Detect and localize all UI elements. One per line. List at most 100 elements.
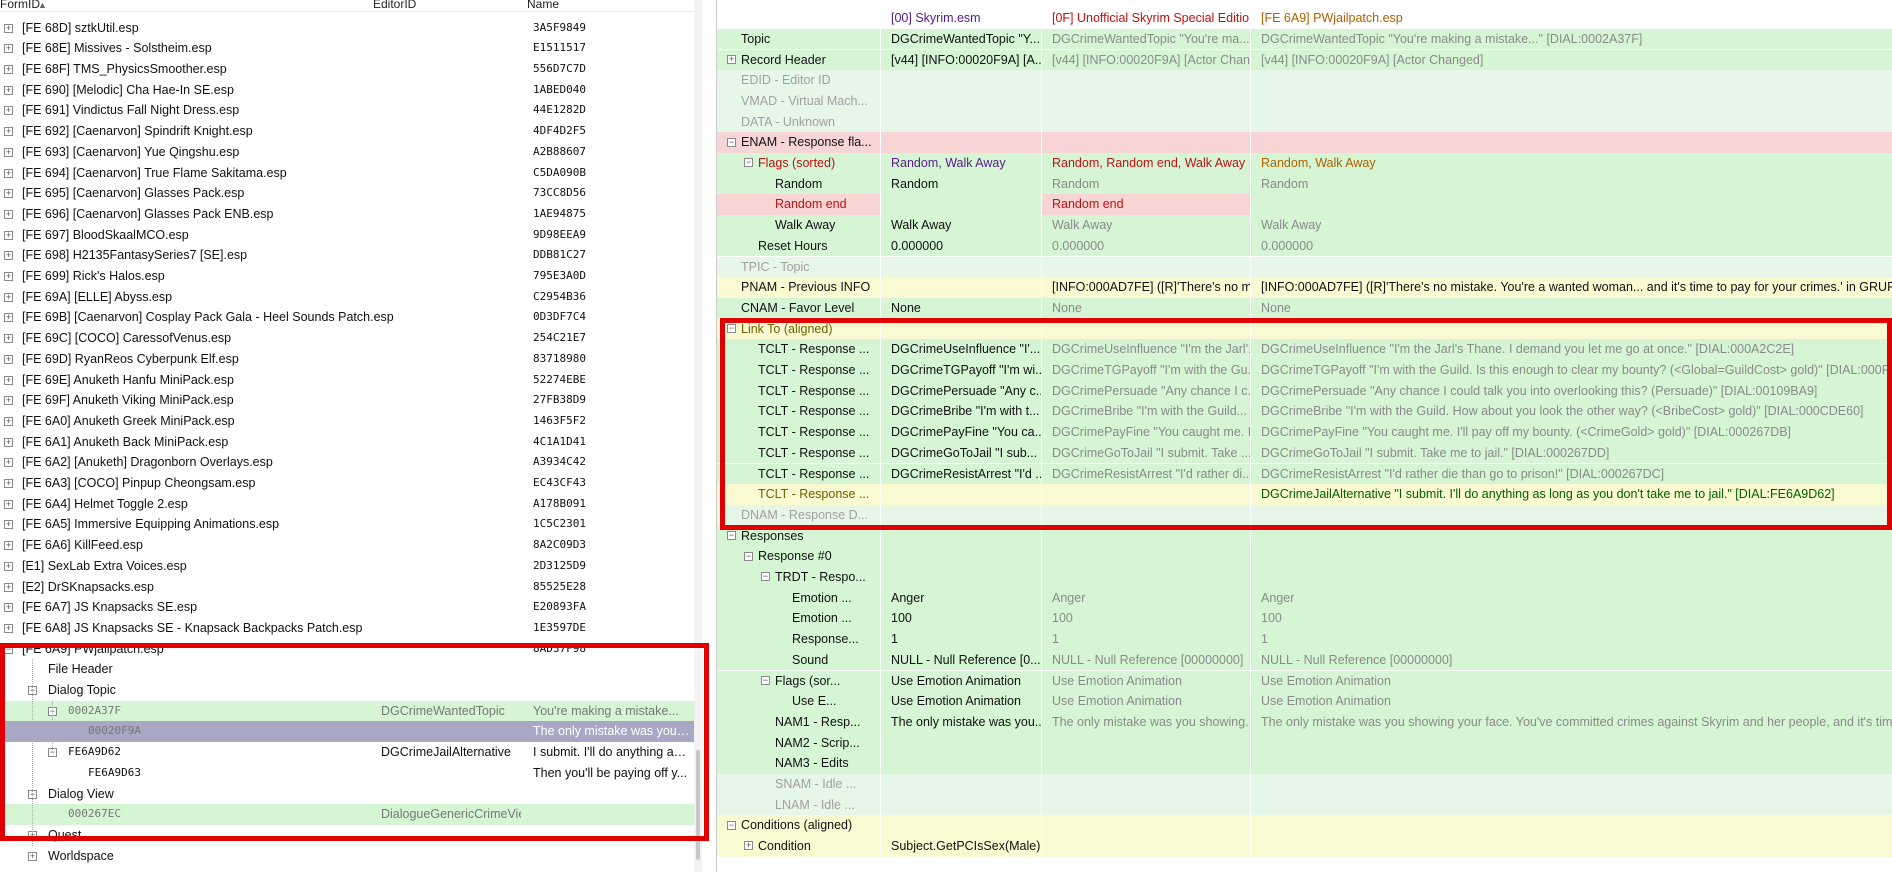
formid-column-header[interactable]: FormID <box>0 0 40 10</box>
record-value-cell[interactable]: DGCrimeBribe "I'm with t... <box>881 401 1042 423</box>
record-field-label[interactable]: − Response #0 <box>717 546 881 567</box>
tree-node-dialog_view[interactable]: − Dialog View <box>0 784 694 805</box>
expand-plus-icon[interactable]: + <box>4 209 13 219</box>
expand-plus-icon[interactable]: + <box>4 127 13 137</box>
record-value-cell[interactable]: Use Emotion Animation <box>881 670 1042 692</box>
record-row[interactable]: Topic DGCrimeWantedTopic "Y... DGCrimeWant… <box>717 28 1892 50</box>
record-value-cell[interactable] <box>1251 525 1892 547</box>
record-value-cell[interactable] <box>881 504 1042 526</box>
record-value-cell[interactable] <box>1042 525 1251 547</box>
expand-plus-icon[interactable]: + <box>4 479 13 488</box>
record-value-cell[interactable]: [v44] [INFO:00020F9A] [A... <box>881 49 1042 71</box>
record-value-cell[interactable] <box>1251 256 1892 278</box>
record-value-cell[interactable] <box>1042 753 1251 774</box>
expand-plus-icon[interactable]: + <box>4 437 13 447</box>
record-row[interactable]: Emotion ... 100 100 100 <box>717 608 1892 630</box>
record-value-cell[interactable]: DGCrimeJailAlternative "I submit. I'll d… <box>1251 484 1892 505</box>
expand-plus-icon[interactable]: + <box>4 230 13 240</box>
expand-plus-icon[interactable]: + <box>4 561 13 571</box>
record-row[interactable]: Walk Away Walk Away Walk Away Walk Away <box>717 215 1892 236</box>
record-field-label[interactable]: VMAD - Virtual Mach... <box>717 90 881 112</box>
record-field-label[interactable]: Emotion ... <box>717 587 881 609</box>
record-field-label[interactable]: TCLT - Response ... <box>717 484 881 505</box>
record-value-cell[interactable] <box>1042 132 1251 153</box>
plugin-row[interactable]: + [FE 6A8] JS Knapsacks SE - Knapsack Bac… <box>0 618 694 639</box>
record-row[interactable]: Reset Hours 0.000000 0.000000 0.000000 <box>717 235 1892 257</box>
record-value-cell[interactable]: DGCrimePersuade "Any chance I c... <box>1042 380 1251 402</box>
record-value-cell[interactable]: 0.000000 <box>1042 235 1251 257</box>
plugin-row[interactable]: + [FE 69F] Anuketh Viking MiniPack.esp 27F… <box>0 390 694 411</box>
plugin-row[interactable]: + [FE 69C] [COCO] CaressofVenus.esp 254C21… <box>0 328 694 349</box>
record-value-cell[interactable] <box>1251 111 1892 133</box>
record-field-label[interactable]: − Conditions (aligned) <box>717 815 881 837</box>
record-value-cell[interactable] <box>881 90 1042 112</box>
expand-plus-icon[interactable]: + <box>4 520 13 530</box>
record-value-cell[interactable] <box>881 525 1042 547</box>
record-field-label[interactable]: NAM1 - Resp... <box>717 711 881 733</box>
record-value-cell[interactable]: DGCrimePersuade "Any chance I could talk… <box>1251 380 1892 402</box>
pwjailpatch-column-header[interactable]: [FE 6A9] PWjailpatch.esp <box>1251 8 1892 29</box>
record-row[interactable]: TCLT - Response ... DGCrimeJailAlternativ… <box>717 484 1892 505</box>
record-value-cell[interactable] <box>1251 194 1892 216</box>
record-field-label[interactable]: − Flags (sor... <box>717 670 881 692</box>
record-value-cell[interactable] <box>1251 774 1892 795</box>
record-value-cell[interactable] <box>1251 504 1892 526</box>
record-value-cell[interactable]: 1 <box>1251 629 1892 650</box>
record-field-label[interactable]: NAM3 - Edits <box>717 753 881 774</box>
expand-plus-icon[interactable]: + <box>744 841 753 851</box>
collapse-minus-icon[interactable]: − <box>744 551 753 561</box>
plugin-row[interactable]: + [FE 69E] Anuketh Hanfu MiniPack.esp 5227… <box>0 370 694 391</box>
collapse-minus-icon[interactable]: − <box>727 820 736 830</box>
record-field-label[interactable]: NAM2 - Scrip... <box>717 732 881 754</box>
record-row[interactable]: Random end Random end <box>717 194 1892 216</box>
record-field-label[interactable]: Response... <box>717 629 881 650</box>
name-column-header[interactable]: Name <box>527 0 559 10</box>
record-value-cell[interactable]: DGCrimeUseInfluence "I'm the Jarl's Than… <box>1251 339 1892 360</box>
expand-plus-icon[interactable]: + <box>4 65 13 74</box>
expand-plus-icon[interactable]: + <box>4 292 13 302</box>
record-value-cell[interactable] <box>1251 546 1892 567</box>
record-row[interactable]: DATA - Unknown <box>717 111 1892 133</box>
record-value-cell[interactable] <box>1251 753 1892 774</box>
record-value-cell[interactable]: Anger <box>1251 587 1892 609</box>
record-value-cell[interactable]: Random <box>1042 173 1251 195</box>
plugin-row[interactable]: + [FE 69A] [ELLE] Abyss.esp C2954B36 <box>0 287 694 308</box>
plugin-row[interactable]: + [E2] DrSKnapsacks.esp 85525E28 <box>0 577 694 598</box>
plugin-row[interactable]: + [FE 6A0] Anuketh Greek MiniPack.esp 1463… <box>0 411 694 432</box>
expand-plus-icon[interactable]: − <box>4 644 13 654</box>
record-row[interactable]: TCLT - Response ... DGCrimeGoToJail "I su… <box>717 442 1892 464</box>
expand-plus-icon[interactable]: + <box>4 499 13 509</box>
expand-plus-icon[interactable]: + <box>4 623 13 633</box>
record-row[interactable]: TPIC - Topic <box>717 256 1892 278</box>
record-value-cell[interactable]: DGCrimePayFine "You caught me. I... <box>1042 422 1251 443</box>
record-value-cell[interactable] <box>1042 567 1251 588</box>
expand-plus-icon[interactable]: + <box>4 168 13 178</box>
record-value-cell[interactable]: DGCrimePersuade "Any c... <box>881 380 1042 402</box>
scrollbar-thumb[interactable] <box>696 750 700 860</box>
expand-plus-icon[interactable]: + <box>4 458 13 468</box>
plugin-row[interactable]: + [FE 6A7] JS Knapsacks SE.esp E20893FA <box>0 597 694 618</box>
record-value-cell[interactable]: Walk Away <box>1042 215 1251 236</box>
tree-node-t2c[interactable]: FE6A9D63 Then you'll be paying off y... <box>0 763 694 784</box>
expand-plus-icon[interactable]: + <box>4 354 13 364</box>
record-value-cell[interactable] <box>1042 504 1251 526</box>
record-row[interactable]: DNAM - Response D... <box>717 504 1892 526</box>
record-field-label[interactable]: DNAM - Response D... <box>717 504 881 526</box>
record-value-cell[interactable]: None <box>1251 297 1892 319</box>
record-field-label[interactable]: Random <box>717 173 881 195</box>
record-value-cell[interactable] <box>881 318 1042 340</box>
tree-node-t1[interactable]: −0002A37F DGCrimeWantedTopic You're making… <box>0 700 694 722</box>
record-value-cell[interactable]: Use Emotion Animation <box>1251 691 1892 712</box>
record-value-cell[interactable]: DGCrimeTGPayoff "I'm with the Gu... <box>1042 360 1251 381</box>
plugin-row[interactable]: + [FE 6A2] [Anuketh] Dragonborn Overlays.… <box>0 452 694 473</box>
record-value-cell[interactable] <box>1251 318 1892 340</box>
expand-plus-icon[interactable]: + <box>4 189 13 199</box>
record-value-cell[interactable]: Walk Away <box>881 215 1042 236</box>
record-value-cell[interactable] <box>1042 111 1251 133</box>
expand-plus-icon[interactable]: + <box>4 603 13 613</box>
record-value-cell[interactable]: 1 <box>881 629 1042 650</box>
plugin-row[interactable]: + [FE 695] [Caenarvon] Glasses Pack.esp 73… <box>0 183 694 204</box>
expand-plus-icon[interactable]: + <box>4 416 13 426</box>
record-value-cell[interactable] <box>881 484 1042 505</box>
record-value-cell[interactable]: DGCrimeUseInfluence "I'm the Jarl'... <box>1042 339 1251 360</box>
